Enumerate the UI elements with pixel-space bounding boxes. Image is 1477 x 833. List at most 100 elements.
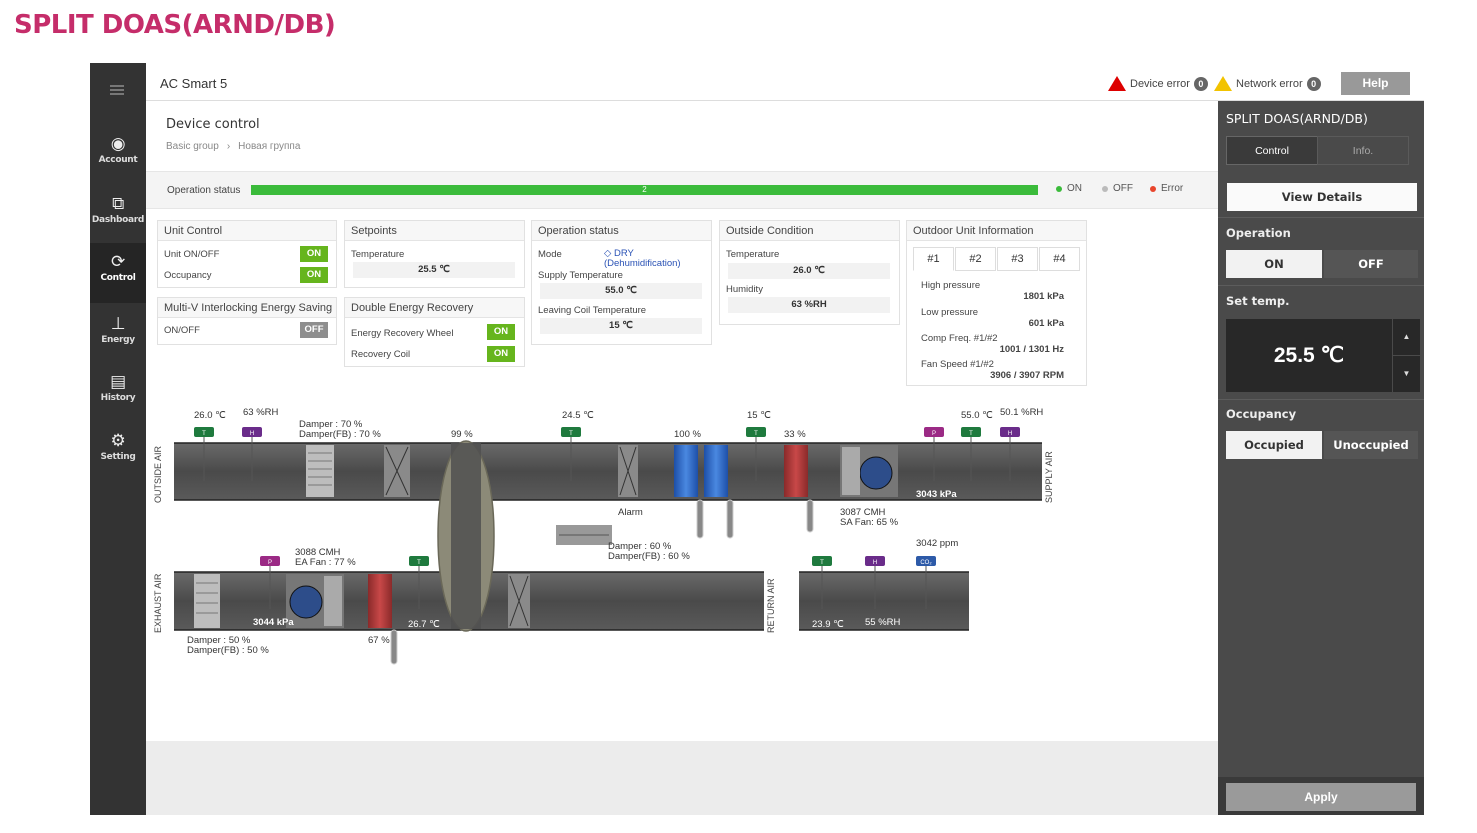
error-dot-icon — [1150, 185, 1156, 192]
setpoint-temp-value: 25.5 ℃ — [353, 262, 515, 278]
device-error-indicator[interactable]: Device error 0 — [1108, 76, 1208, 91]
device-error-count: 0 — [1193, 76, 1208, 91]
network-error-count: 0 — [1306, 76, 1321, 91]
erw-toggle[interactable]: ON — [487, 324, 515, 340]
panel-title: Setpoints — [345, 221, 524, 241]
ea-pressure: 3044 kPa — [253, 617, 294, 628]
energy-icon: ⊥ — [110, 314, 126, 334]
outside-temp-value: 26.0 ℃ — [728, 263, 890, 279]
sensor-t-mid: T — [569, 431, 573, 437]
outdoor-tab-3[interactable]: #3 — [997, 247, 1038, 271]
network-error-indicator[interactable]: Network error 0 — [1214, 76, 1321, 91]
supply-temp-value: 55.0 ℃ — [540, 283, 702, 299]
recovery-coil-toggle[interactable]: ON — [487, 346, 515, 362]
unoccupied-button[interactable]: Unoccupied — [1324, 431, 1418, 459]
ea-fan: EA Fan : 77 % — [295, 557, 356, 568]
off-dot-icon — [1102, 185, 1108, 192]
help-button[interactable]: Help — [1341, 72, 1410, 95]
sensor-co2-ra: CO₂ — [920, 560, 932, 566]
unit-onoff-toggle[interactable]: ON — [300, 246, 328, 262]
footer-band — [146, 741, 1218, 815]
temp-down-button[interactable]: ▼ — [1393, 356, 1420, 392]
sidebar-item-label: Account — [98, 155, 138, 165]
sidebar-nav: ◉ Account ⧉ Dashboard ⟳ Control ⊥ Energy… — [90, 63, 146, 815]
outside-temp-label: Temperature — [726, 249, 780, 260]
coil-pct: 100 % — [674, 429, 701, 440]
legend-on: ON — [1056, 183, 1082, 194]
history-icon: ▤ — [110, 372, 126, 392]
op-status-panel: Operation status Mode ◇ DRY (Dehumidific… — [531, 220, 712, 345]
ea-coil-pct: 67 % — [368, 635, 390, 646]
operation-off-button[interactable]: OFF — [1324, 250, 1418, 278]
app-window: ◉ Account ⧉ Dashboard ⟳ Control ⊥ Energy… — [90, 63, 1424, 815]
occupied-button[interactable]: Occupied — [1226, 431, 1322, 459]
sidebar-item-energy[interactable]: ⊥ Energy — [90, 305, 146, 361]
reheat-pct: 33 % — [784, 429, 806, 440]
outside-air-label: OUTSIDE AIR — [153, 445, 163, 503]
sidebar-item-setting[interactable]: ⚙ Setting — [90, 422, 146, 478]
sensor-h-sa: H — [1008, 431, 1012, 437]
outdoor-tab-4[interactable]: #4 — [1039, 247, 1080, 271]
comp-freq-value: 1001 / 1301 Hz — [999, 344, 1064, 355]
temp-up-button[interactable]: ▲ — [1393, 319, 1420, 355]
high-pressure-value: 1801 kPa — [1023, 291, 1064, 302]
chevron-down-icon: ▼ — [1402, 369, 1411, 378]
sensor-h-ra: H — [873, 560, 877, 566]
outside-hum-value: 63 %RH — [728, 297, 890, 313]
fan-speed-label: Fan Speed #1/#2 — [921, 359, 994, 370]
operation-on-button[interactable]: ON — [1226, 250, 1322, 278]
view-details-button[interactable]: View Details — [1227, 183, 1417, 211]
setpoints-panel: Setpoints Temperature 25.5 ℃ — [344, 220, 525, 288]
supply-duct — [174, 443, 1042, 500]
chevron-right-icon: › — [226, 141, 231, 152]
section-title: Device control — [166, 117, 260, 132]
double-energy-panel: Double Energy Recovery Energy Recovery W… — [344, 297, 525, 367]
network-error-label: Network error — [1236, 77, 1303, 90]
warning-icon — [1214, 76, 1232, 91]
cooling-coil-2 — [704, 445, 728, 497]
ra-damper-fb: Damper(FB) : 60 % — [608, 551, 690, 562]
multi-v-panel: Multi-V Interlocking Energy Saving ON/OF… — [157, 297, 337, 345]
dashboard-icon: ⧉ — [112, 194, 124, 214]
high-pressure-label: High pressure — [921, 280, 981, 291]
outdoor-unit-panel: Outdoor Unit Information #1 #2 #3 #4 Hig… — [906, 220, 1087, 386]
operation-status-bar: Operation status 2 ON OFF Error — [146, 171, 1218, 209]
ra-hum: 55 %RH — [865, 617, 901, 628]
apply-button[interactable]: Apply — [1226, 783, 1416, 811]
outdoor-tab-1[interactable]: #1 — [913, 247, 954, 271]
panel-title: Outside Condition — [720, 221, 899, 241]
breadcrumb-item[interactable]: Basic group — [166, 141, 219, 152]
tab-info[interactable]: Info. — [1317, 136, 1409, 165]
sidebar-item-history[interactable]: ▤ History — [90, 363, 146, 419]
reheat-coil — [784, 445, 808, 497]
legend-off: OFF — [1102, 183, 1133, 194]
breadcrumb-item[interactable]: Новая группа — [238, 141, 300, 152]
coil-temp: 15 ℃ — [747, 410, 771, 421]
return-air-label: RETURN AIR — [766, 578, 776, 633]
sensor-p-sa: P — [932, 431, 936, 437]
sidebar-item-dashboard[interactable]: ⧉ Dashboard — [90, 185, 146, 241]
occupancy-label: Occupancy — [164, 270, 212, 281]
outdoor-tab-2[interactable]: #2 — [955, 247, 996, 271]
low-pressure-value: 601 kPa — [1028, 318, 1064, 329]
tab-control[interactable]: Control — [1226, 136, 1318, 165]
unit-control-panel: Unit Control Unit ON/OFF ON Occupancy ON — [157, 220, 337, 288]
multi-v-toggle[interactable]: OFF — [300, 322, 328, 338]
app-name: AC Smart 5 — [160, 76, 228, 91]
occupancy-toggle[interactable]: ON — [300, 267, 328, 283]
sidebar-item-account[interactable]: ◉ Account — [90, 125, 146, 181]
device-error-label: Device error — [1130, 77, 1190, 90]
menu-icon[interactable] — [110, 85, 124, 95]
legend-error: Error — [1150, 183, 1183, 194]
occupancy-label: Occupancy — [1226, 407, 1297, 421]
sensor-t-sa: T — [969, 431, 973, 437]
sidebar-item-label: Dashboard — [91, 215, 145, 225]
co2-value: 3042 ppm — [916, 538, 958, 549]
status-progress: 2 — [251, 185, 1038, 195]
top-bar: AC Smart 5 Device error 0 Network error … — [146, 63, 1424, 101]
ra-temp: 23.9 ℃ — [812, 619, 844, 630]
exhaust-air-label: EXHAUST AIR — [153, 573, 163, 633]
ea-damper-fb: Damper(FB) : 50 % — [187, 645, 269, 656]
sidebar-item-control[interactable]: ⟳ Control — [90, 243, 146, 303]
panel-title: Unit Control — [158, 221, 336, 241]
